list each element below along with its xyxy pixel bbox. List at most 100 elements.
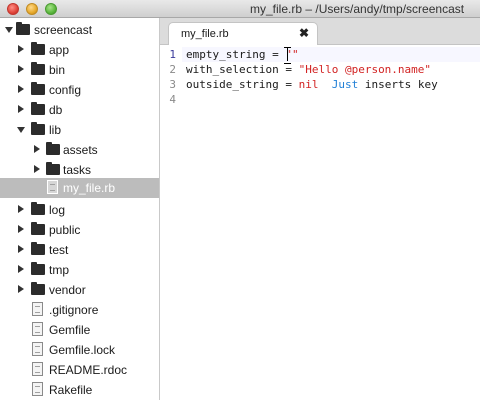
folder-icon [16,22,30,35]
tree-item-db[interactable]: db [0,100,159,120]
line-number-gutter: 1 2 3 4 [160,45,182,400]
identifier: outside_string [186,78,279,91]
tree-label: README.rdoc [49,363,128,377]
file-icon [32,302,43,316]
folder-icon [31,222,45,235]
text-cursor-icon [283,47,292,64]
tree-item-tmp[interactable]: tmp [0,260,159,280]
line-number: 4 [169,93,176,106]
file-icon [32,322,43,336]
file-icon [32,342,43,356]
code-line-3[interactable]: outside_string = nil Just inserts key [186,77,438,92]
tree-item-test[interactable]: test [0,240,159,260]
code-editor[interactable]: 1 2 3 4 empty_string = "" with_selection… [160,45,480,400]
tree-item-config[interactable]: config [0,80,159,100]
folder-icon [31,262,45,275]
line-number: 2 [169,63,176,76]
tree-label: lib [49,123,62,137]
folder-icon [31,202,45,215]
close-window-button[interactable] [7,3,19,15]
tree-label: assets [63,143,98,157]
chevron-right-icon[interactable] [18,65,24,73]
folder-icon [31,42,45,55]
code-line-1[interactable]: empty_string = "" [186,47,299,62]
chevron-down-icon[interactable] [17,127,25,133]
folder-icon [31,82,45,95]
tab-label: my_file.rb [181,28,229,40]
string-literal: "Hello @person.name" [298,63,432,76]
tree-label: vendor [49,283,86,297]
window-title: my_file.rb – /Users/andy/tmp/screencast [250,2,465,16]
code-line-2[interactable]: with_selection = "Hello @person.name" [186,62,431,77]
tree-label: Rakefile [49,383,93,397]
title-bar: my_file.rb – /Users/andy/tmp/screencast [0,0,480,18]
tree-item-public[interactable]: public [0,220,159,240]
chevron-right-icon[interactable] [18,285,24,293]
tree-label: Gemfile [49,323,91,337]
tree-label: tasks [63,163,92,177]
note-keyword: Just [331,78,359,91]
tree-label: Gemfile.lock [49,343,116,357]
tree-item-gemfile-lock[interactable]: Gemfile.lock [0,340,159,360]
tree-label: public [49,223,81,237]
minimize-window-button[interactable] [26,3,38,15]
folder-icon [46,162,60,175]
chevron-down-icon[interactable] [5,27,13,33]
tab-bar: my_file.rb ✖ [160,18,480,45]
tree-item-app[interactable]: app [0,40,159,60]
chevron-right-icon[interactable] [18,105,24,113]
inline-note: Just inserts key [332,78,438,91]
tree-label: test [49,243,69,257]
chevron-right-icon[interactable] [18,205,24,213]
tree-label: tmp [49,263,70,277]
tree-item-my-file-rb[interactable]: my_file.rb [0,178,159,198]
operator: = [278,63,299,76]
file-icon [32,362,43,376]
tab-my-file-rb[interactable]: my_file.rb ✖ [168,22,318,45]
tree-item-log[interactable]: log [0,200,159,220]
project-sidebar: screencast app bin config db lib assets … [0,18,160,400]
line-number: 1 [169,48,176,61]
tree-item-gemfile[interactable]: Gemfile [0,320,159,340]
tree-label: config [49,83,82,97]
tree-item-tasks[interactable]: tasks [0,160,159,180]
tree-label: db [49,103,63,117]
operator: = [278,78,299,91]
tree-label: .gitignore [49,303,99,317]
folder-icon [31,122,45,135]
line-number: 3 [169,78,176,91]
tree-label: log [49,203,66,217]
nil-keyword: nil [298,78,319,91]
tree-label: app [49,43,70,57]
identifier: empty_string [186,48,266,61]
identifier: with_selection [186,63,279,76]
chevron-right-icon[interactable] [18,265,24,273]
tree-item-gitignore[interactable]: .gitignore [0,300,159,320]
chevron-right-icon[interactable] [18,225,24,233]
folder-icon [31,102,45,115]
folder-icon [31,242,45,255]
tree-item-vendor[interactable]: vendor [0,280,159,300]
tree-label: my_file.rb [63,181,116,195]
tree-label: screencast [34,23,93,37]
chevron-right-icon[interactable] [34,145,40,153]
folder-icon [31,282,45,295]
file-icon [32,382,43,396]
chevron-right-icon[interactable] [18,45,24,53]
tree-item-rakefile[interactable]: Rakefile [0,380,159,400]
zoom-window-button[interactable] [45,3,57,15]
file-icon [47,180,58,194]
folder-icon [31,62,45,75]
chevron-right-icon[interactable] [18,85,24,93]
tree-root-screencast[interactable]: screencast [0,20,159,40]
tree-item-bin[interactable]: bin [0,60,159,80]
tree-label: bin [49,63,66,77]
tree-item-assets[interactable]: assets [0,140,159,160]
close-tab-icon[interactable]: ✖ [299,26,309,40]
note-text: inserts key [358,78,438,91]
chevron-right-icon[interactable] [34,165,40,173]
tree-item-lib[interactable]: lib [0,120,159,140]
chevron-right-icon[interactable] [18,245,24,253]
folder-icon [46,142,60,155]
tree-item-readme[interactable]: README.rdoc [0,360,159,380]
